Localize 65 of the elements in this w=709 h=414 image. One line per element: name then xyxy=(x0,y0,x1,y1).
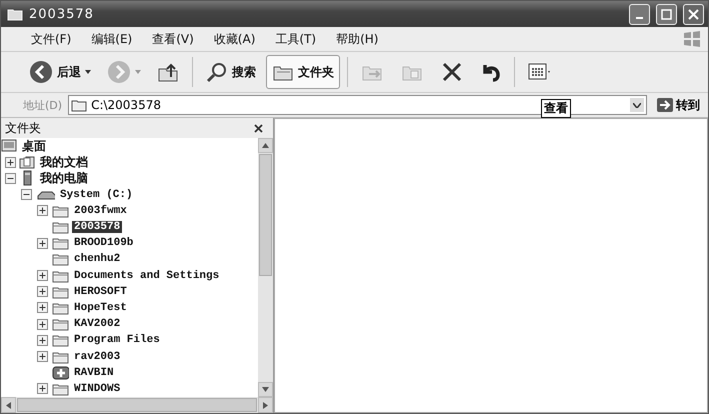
expand-toggle[interactable] xyxy=(37,205,48,216)
folders-button[interactable]: 文件夹 xyxy=(266,55,340,89)
tree-item[interactable]: 桌面 xyxy=(20,138,48,155)
close-icon xyxy=(688,8,699,20)
menu-item[interactable]: 工具(T) xyxy=(267,28,324,50)
expand-toggle[interactable] xyxy=(37,334,48,346)
menu-item[interactable]: 编辑(E) xyxy=(83,28,140,50)
search-icon xyxy=(206,61,228,83)
tree-item[interactable]: 2003578 xyxy=(72,221,122,234)
minimize-icon xyxy=(636,17,643,19)
tree-item[interactable]: Program Files xyxy=(72,334,162,346)
flag-logo-icon xyxy=(682,30,702,48)
tree-item[interactable]: KAV2002 xyxy=(72,318,122,330)
expand-toggle[interactable] xyxy=(37,351,48,362)
minimize-button[interactable] xyxy=(629,4,650,24)
tree-item[interactable]: 我的电脑 xyxy=(38,170,90,187)
caret-icon xyxy=(85,70,91,74)
address-label: 地址(D) xyxy=(23,98,62,112)
tree-item[interactable]: 2003fwmx xyxy=(72,204,129,217)
close-icon xyxy=(254,124,263,132)
horizontal-scrollbar[interactable] xyxy=(1,397,273,413)
caret-icon xyxy=(135,70,141,74)
tree-item[interactable]: WINDOWS xyxy=(72,382,122,395)
go-button[interactable]: 转到 xyxy=(653,96,704,114)
up-folder-icon xyxy=(157,61,179,83)
tree-item[interactable]: rav2003 xyxy=(72,350,122,363)
expand-toggle[interactable] xyxy=(37,238,48,249)
scroll-left-icon xyxy=(6,402,11,408)
tree-item[interactable]: BROOD109b xyxy=(72,237,136,250)
maximize-icon xyxy=(661,8,672,20)
tree-item[interactable]: HopeTest xyxy=(72,302,129,314)
menu-item[interactable]: 收藏(A) xyxy=(206,28,264,50)
tree-item[interactable]: chenhu2 xyxy=(72,253,122,266)
scroll-right-icon xyxy=(263,402,268,408)
expand-toggle[interactable] xyxy=(37,318,48,330)
back-button[interactable]: 后退 xyxy=(23,55,97,89)
vertical-scrollbar[interactable] xyxy=(258,138,273,397)
expand-toggle[interactable] xyxy=(5,156,16,168)
scroll-up-icon xyxy=(262,143,269,148)
expand-toggle[interactable] xyxy=(37,286,48,298)
collapse-toggle[interactable] xyxy=(5,172,16,184)
collapse-toggle[interactable] xyxy=(21,189,32,200)
window-title: 2003578 xyxy=(29,6,95,22)
menu-item[interactable]: 查看(V) xyxy=(144,28,202,50)
tree-item[interactable]: HEROSOFT xyxy=(72,286,129,298)
scroll-down-icon xyxy=(262,387,269,392)
tooltip: 查看 xyxy=(541,99,571,118)
address-value: C:\2003578 xyxy=(91,98,161,112)
expand-toggle[interactable] xyxy=(37,383,48,394)
maximize-button[interactable] xyxy=(656,4,677,24)
gear-folder-icon xyxy=(51,364,69,381)
close-button[interactable] xyxy=(683,4,704,24)
delete-icon xyxy=(441,61,463,83)
tree-item[interactable]: 我的文档 xyxy=(38,154,90,171)
search-button[interactable]: 搜索 xyxy=(200,55,262,89)
tree-item[interactable]: Documents and Settings xyxy=(72,270,222,282)
menu-item[interactable]: 帮助(H) xyxy=(328,28,386,50)
document-folder-icon xyxy=(19,154,35,170)
expand-toggle[interactable] xyxy=(37,302,48,314)
arrow-icon xyxy=(657,98,673,112)
expand-toggle[interactable] xyxy=(37,270,48,282)
tree-item[interactable]: RAVBIN xyxy=(72,366,116,379)
menu-item[interactable]: 文件(F) xyxy=(23,28,80,50)
tree-item[interactable]: System (C:) xyxy=(58,188,135,201)
pane-title: 文件夹 xyxy=(5,120,41,136)
